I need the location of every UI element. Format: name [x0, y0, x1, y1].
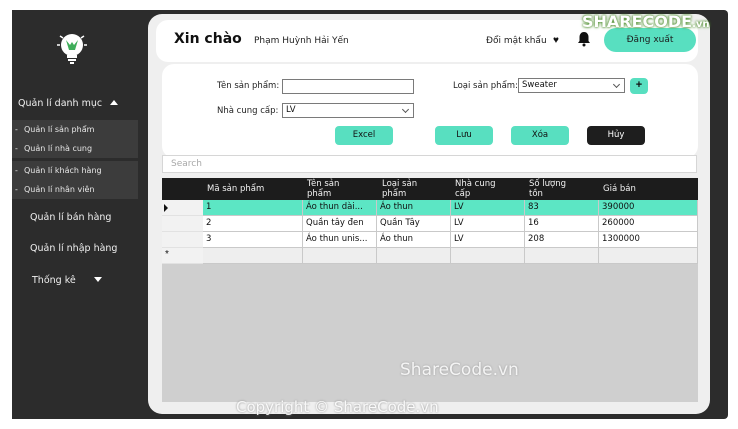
table-cell[interactable]: 1300000	[599, 232, 698, 248]
table-cell[interactable]: LV	[451, 216, 525, 232]
row-header[interactable]: *	[162, 248, 203, 264]
lightbulb-icon	[57, 34, 87, 64]
search-input[interactable]: Search	[162, 155, 697, 173]
chevron-down-icon	[93, 277, 102, 282]
table-cell[interactable]: 260000	[599, 216, 698, 232]
new-row-marker: *	[165, 249, 169, 260]
table-cell[interactable]	[525, 248, 599, 264]
column-header-price[interactable]: Giá bán	[603, 184, 636, 194]
table-cell[interactable]: 83	[525, 200, 599, 216]
table-cell[interactable]: Áo thun dài...	[303, 200, 377, 216]
new-row[interactable]: *	[162, 248, 698, 264]
table-cell[interactable]: 390000	[599, 200, 698, 216]
table-cell[interactable]: Quần tây đen	[303, 216, 377, 232]
heart-icon[interactable]: ♥	[553, 35, 559, 46]
row-header[interactable]	[162, 216, 203, 232]
row-header[interactable]	[162, 232, 203, 248]
table-cell[interactable]: 208	[525, 232, 599, 248]
table-cell[interactable]: 3	[203, 232, 303, 248]
product-name-label: Tên sản phẩm:	[217, 81, 280, 91]
table-cell[interactable]: 16	[525, 216, 599, 232]
table-cell[interactable]	[599, 248, 698, 264]
column-header-name[interactable]: Tên sản phẩm	[307, 179, 339, 199]
change-password-link[interactable]: Đổi mật khẩu	[486, 36, 547, 46]
menu-catalog-toggle[interactable]: Quản lí danh mục	[18, 98, 119, 109]
category-label: Loại sản phẩm:	[453, 81, 518, 91]
table-cell[interactable]	[203, 248, 303, 264]
add-category-button[interactable]: +	[630, 78, 648, 94]
table-row[interactable]: 1 Áo thun dài... Áo thun LV 83 390000	[162, 200, 698, 216]
product-name-input[interactable]	[282, 79, 414, 94]
cancel-button[interactable]: Hủy	[587, 126, 645, 145]
main-panel: Xin chào Phạm Huỳnh Hải Yến Đổi mật khẩu…	[148, 14, 710, 414]
table-cell[interactable]	[377, 248, 451, 264]
sidebar-item-customers[interactable]: Quản lí khách hàng	[12, 161, 138, 180]
watermark-copyright: Copyright © ShareCode.vn	[236, 398, 439, 416]
chevron-up-icon	[110, 100, 119, 105]
column-header-stock[interactable]: Số lượng tồn	[529, 179, 566, 199]
supplier-label: Nhà cung cấp:	[217, 106, 279, 116]
column-header-id[interactable]: Mã sản phẩm	[207, 184, 264, 194]
delete-button[interactable]: Xóa	[511, 126, 569, 145]
table-cell[interactable]	[303, 248, 377, 264]
user-name: Phạm Huỳnh Hải Yến	[254, 36, 349, 46]
bell-icon[interactable]	[576, 31, 592, 47]
column-header-category[interactable]: Loại sản phẩm	[382, 179, 417, 199]
row-header[interactable]	[162, 200, 203, 216]
sidebar-item-imports[interactable]: Quản lí nhập hàng	[30, 243, 117, 254]
save-button[interactable]: Lưu	[435, 126, 493, 145]
sidebar-item-products[interactable]: Quản lí sản phẩm	[12, 120, 138, 139]
category-select[interactable]: Sweater	[518, 78, 625, 93]
watermark-logo: SHARECODE.vn	[582, 12, 710, 31]
sidebar-item-sales[interactable]: Quản lí bán hàng	[30, 212, 111, 223]
table-cell[interactable]: Áo thun unis...	[303, 232, 377, 248]
table-cell[interactable]: Áo thun	[377, 200, 451, 216]
row-pointer-icon	[164, 204, 168, 212]
sidebar-item-employees[interactable]: Quản lí nhân viên	[12, 180, 138, 199]
sidebar-item-statistics[interactable]: Thống kê	[32, 275, 102, 286]
column-header-supplier[interactable]: Nhà cung cấp	[455, 179, 496, 199]
table-row[interactable]: 3 Áo thun unis... Áo thun LV 208 1300000	[162, 232, 698, 248]
watermark-center: ShareCode.vn	[400, 360, 519, 380]
table-cell[interactable]	[451, 248, 525, 264]
logout-button[interactable]: Đăng xuất	[604, 28, 696, 52]
table-cell[interactable]: LV	[451, 200, 525, 216]
sidebar-item-suppliers[interactable]: Quản lí nhà cung	[12, 139, 138, 158]
table-header: Mã sản phẩm Tên sản phẩm Loại sản phẩm Nhà…	[162, 178, 698, 200]
table-cell[interactable]: 2	[203, 216, 303, 232]
table-cell[interactable]: Quần Tây	[377, 216, 451, 232]
table-cell[interactable]: LV	[451, 232, 525, 248]
table-row[interactable]: 2 Quần tây đen Quần Tây LV 16 260000	[162, 216, 698, 232]
table-cell[interactable]: 1	[203, 200, 303, 216]
table-cell[interactable]: Áo thun	[377, 232, 451, 248]
excel-button[interactable]: Excel	[335, 126, 393, 145]
supplier-select[interactable]: LV	[282, 103, 414, 118]
greeting: Xin chào	[174, 31, 242, 47]
